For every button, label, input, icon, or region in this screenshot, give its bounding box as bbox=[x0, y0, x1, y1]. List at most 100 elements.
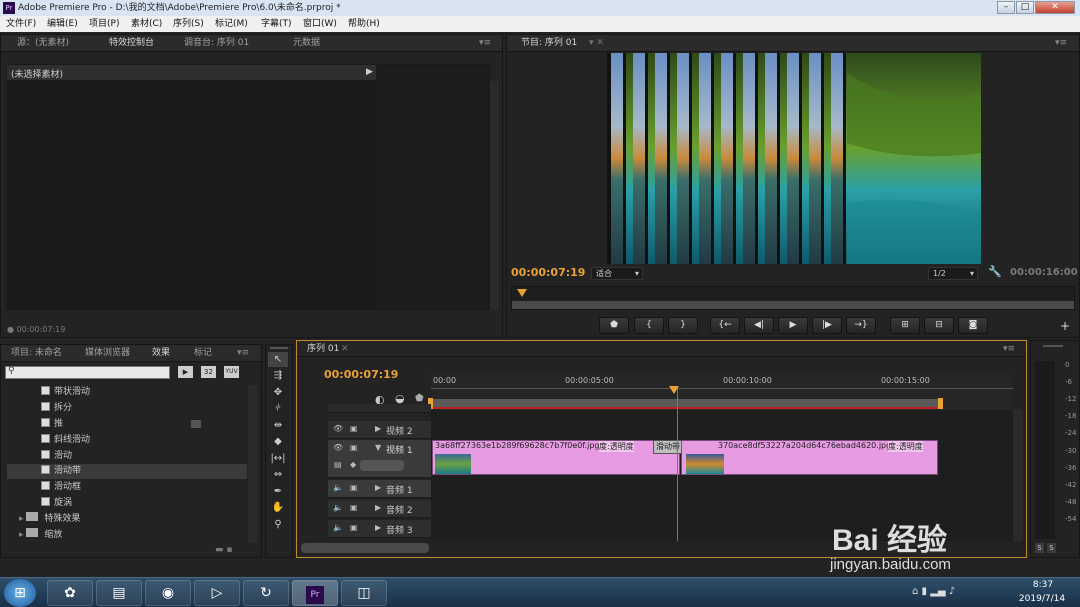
tab-effects[interactable]: 效果 bbox=[152, 345, 170, 362]
expand-arrow-icon[interactable]: ▶ bbox=[375, 424, 381, 433]
zoom-scrollbar[interactable] bbox=[512, 301, 1074, 309]
go-to-in-button[interactable]: {← bbox=[710, 317, 740, 334]
clock-date[interactable]: 2019/7/14 bbox=[1012, 594, 1072, 604]
menu-marker[interactable]: 标记(M) bbox=[215, 16, 248, 32]
accelerated-effects-icon[interactable]: ▶ bbox=[178, 366, 193, 378]
lock-icon[interactable]: ▣ bbox=[350, 483, 358, 492]
program-scrubber[interactable] bbox=[511, 286, 1075, 310]
effect-item-slide-boxes[interactable]: 滑动框 bbox=[41, 480, 81, 495]
menu-edit[interactable]: 编辑(E) bbox=[47, 16, 78, 32]
tab-source[interactable]: 源：(无素材) bbox=[17, 35, 69, 52]
minimize-button[interactable]: – bbox=[997, 1, 1015, 14]
timeline-clip-1[interactable]: 3a68ff27363e1b289f69628c7b7f0e0f.jpg 度:透… bbox=[432, 440, 680, 475]
effect-item-slide[interactable]: 滑动 bbox=[41, 449, 72, 464]
go-to-out-button[interactable]: →} bbox=[846, 317, 876, 334]
expand-arrow-icon[interactable]: ▶ bbox=[375, 523, 381, 532]
menu-file[interactable]: 文件(F) bbox=[6, 16, 36, 32]
add-button-icon[interactable]: + bbox=[1060, 319, 1070, 333]
effects-scrollbar[interactable] bbox=[248, 385, 258, 543]
lift-button[interactable]: ⊞ bbox=[890, 317, 920, 334]
panel-menu-icon[interactable]: ▾≡ bbox=[1055, 35, 1067, 52]
hand-tool-icon[interactable]: ✋ bbox=[268, 500, 288, 515]
clip-opacity-menu[interactable]: 度:透明度 bbox=[888, 441, 923, 452]
panel-menu-icon[interactable]: ▾≡ bbox=[1003, 341, 1015, 357]
slip-tool-icon[interactable]: |↔| bbox=[268, 451, 288, 466]
effects-search-input[interactable]: ⚲ bbox=[5, 366, 170, 379]
expand-arrow-icon[interactable]: ▶ bbox=[375, 503, 381, 512]
taskbar-media-app-icon[interactable]: ✿ bbox=[47, 580, 93, 606]
panel-menu-icon[interactable]: ▾≡ bbox=[237, 345, 249, 362]
pen-tool-icon[interactable]: ✒ bbox=[268, 484, 288, 499]
keyframe-navigator[interactable] bbox=[360, 460, 404, 471]
ripple-edit-tool-icon[interactable]: ✥ bbox=[268, 385, 288, 400]
taskbar-browser-icon[interactable]: ↻ bbox=[243, 580, 289, 606]
work-area-bar[interactable] bbox=[431, 399, 941, 409]
rate-stretch-tool-icon[interactable]: ⇹ bbox=[268, 418, 288, 433]
lock-icon[interactable]: ▣ bbox=[350, 424, 358, 433]
tab-sequence[interactable]: 序列 01 bbox=[307, 341, 339, 357]
tab-program[interactable]: 节目: 序列 01 bbox=[521, 35, 577, 52]
start-button[interactable]: ⊞ bbox=[4, 579, 36, 607]
solo-right-button[interactable]: S bbox=[1047, 543, 1056, 553]
lock-icon[interactable]: ▣ bbox=[350, 443, 358, 452]
razor-tool-icon[interactable]: ◆ bbox=[268, 434, 288, 449]
speaker-icon[interactable]: 🔈 bbox=[333, 503, 344, 512]
mark-in-button[interactable]: { bbox=[634, 317, 664, 334]
wrench-icon[interactable]: 🔧 bbox=[988, 265, 1002, 278]
display-style-icon[interactable]: ▤ bbox=[334, 460, 342, 469]
maximize-button[interactable]: □ bbox=[1016, 1, 1034, 14]
step-forward-button[interactable]: |▶ bbox=[812, 317, 842, 334]
track-select-tool-icon[interactable]: ⇶ bbox=[268, 368, 288, 383]
vertical-scrollbar[interactable] bbox=[490, 81, 499, 310]
keyframe-icon[interactable]: ◆ bbox=[350, 460, 356, 469]
system-tray-icons[interactable]: ⌂ ▮ ▂▄ ♪ bbox=[912, 586, 955, 597]
tab-metadata[interactable]: 元数据 bbox=[293, 35, 320, 52]
mark-out-button[interactable]: } bbox=[668, 317, 698, 334]
playhead-marker[interactable] bbox=[517, 289, 527, 297]
program-current-time[interactable]: 00:00:07:19 bbox=[511, 266, 585, 279]
eye-icon[interactable]: 👁 bbox=[333, 443, 344, 452]
effect-item-slash-slide[interactable]: 斜线滑动 bbox=[41, 433, 90, 448]
taskbar-explorer-icon[interactable]: ▤ bbox=[96, 580, 142, 606]
collapse-arrow-icon[interactable]: ▼ bbox=[375, 443, 381, 452]
selection-tool-icon[interactable]: ↖ bbox=[268, 352, 288, 367]
slide-tool-icon[interactable]: ⇔ bbox=[268, 467, 288, 482]
effect-item-swirl[interactable]: 旋涡 bbox=[41, 496, 72, 511]
tab-dropdown-icon[interactable]: ▾ ✕ bbox=[589, 35, 604, 52]
taskbar-window-icon[interactable]: ◫ bbox=[341, 580, 387, 606]
folder-special-effects[interactable]: ▸ 特殊效果 bbox=[19, 512, 80, 527]
menu-window[interactable]: 窗口(W) bbox=[303, 16, 337, 32]
menu-help[interactable]: 帮助(H) bbox=[348, 16, 380, 32]
marker-icon[interactable]: ⬟ bbox=[415, 393, 424, 404]
zoom-tool-icon[interactable]: ⚲ bbox=[268, 517, 288, 532]
timeline-vertical-scrollbar[interactable] bbox=[1013, 410, 1023, 541]
close-button[interactable]: ✕ bbox=[1035, 1, 1075, 14]
panel-menu-icon[interactable]: ▾≡ bbox=[479, 35, 491, 52]
expand-arrow-icon[interactable]: ▶ bbox=[375, 483, 381, 492]
menu-project[interactable]: 项目(P) bbox=[89, 16, 119, 32]
speaker-icon[interactable]: 🔈 bbox=[333, 483, 344, 492]
taskbar-premiere-icon[interactable]: Pr bbox=[292, 580, 338, 606]
fit-dropdown[interactable]: 适合 ▾ bbox=[591, 267, 643, 280]
new-bin-icon[interactable]: ▬ ▪ bbox=[215, 545, 232, 555]
effect-item-slide-bands[interactable]: 滑动带 bbox=[41, 464, 81, 479]
tab-effect-controls[interactable]: 特效控制台 bbox=[109, 35, 154, 52]
effect-item-push[interactable]: 推 bbox=[41, 417, 63, 432]
clock-time[interactable]: 8:37 bbox=[1025, 580, 1061, 590]
resolution-dropdown[interactable]: 1/2 ▾ bbox=[928, 267, 978, 280]
tab-project[interactable]: 项目: 未命名 bbox=[11, 345, 62, 362]
32bit-effects-badge[interactable]: 32 bbox=[201, 366, 216, 378]
solo-left-button[interactable]: S bbox=[1035, 543, 1044, 553]
menu-clip[interactable]: 素材(C) bbox=[131, 16, 162, 32]
effect-item-band-slide[interactable]: 带状滑动 bbox=[41, 385, 90, 400]
export-frame-button[interactable]: ◙ bbox=[958, 317, 988, 334]
clip-opacity-menu[interactable]: 度:透明度 bbox=[599, 441, 634, 452]
speaker-icon[interactable]: 🔈 bbox=[333, 523, 344, 532]
close-tab-icon[interactable]: ✕ bbox=[341, 341, 349, 357]
menu-title[interactable]: 字幕(T) bbox=[261, 16, 292, 32]
timeline-zoom-slider[interactable] bbox=[301, 543, 429, 553]
taskbar-firefox-icon[interactable]: ◉ bbox=[145, 580, 191, 606]
rolling-edit-tool-icon[interactable]: ⫩ bbox=[268, 401, 288, 416]
lock-icon[interactable]: ▣ bbox=[350, 503, 358, 512]
taskbar-camtasia-icon[interactable]: ▷ bbox=[194, 580, 240, 606]
